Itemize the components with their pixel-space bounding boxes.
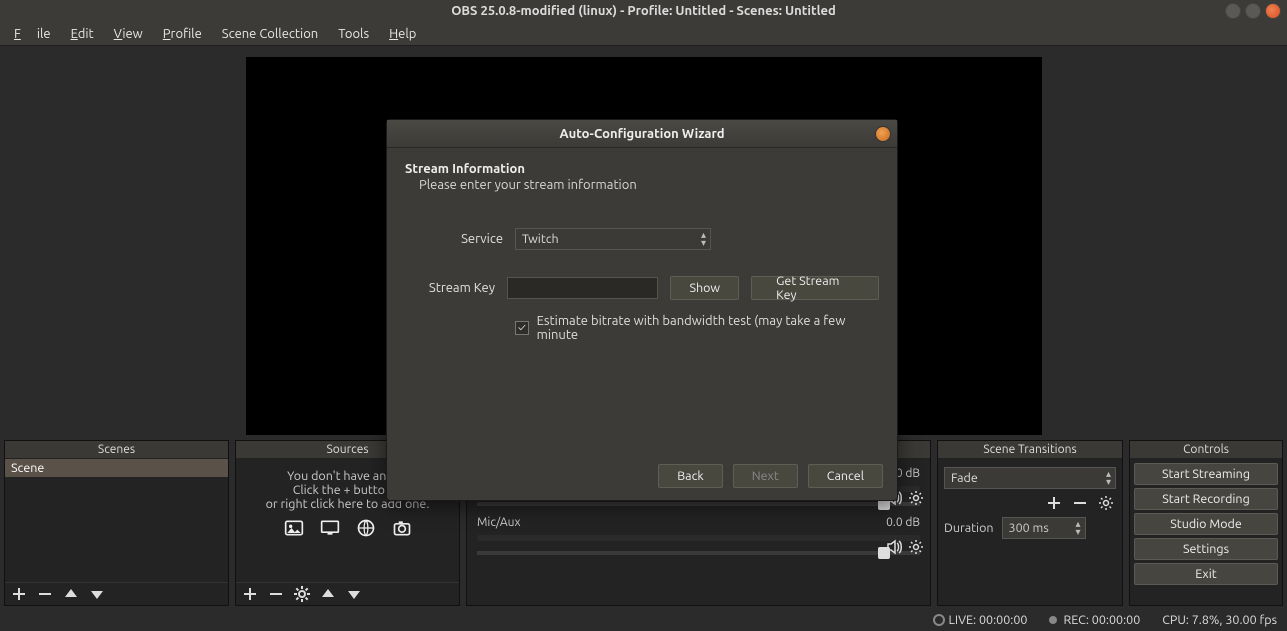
scenes-toolbar — [5, 582, 228, 605]
gear-icon[interactable] — [908, 490, 924, 509]
scenes-header: Scenes — [5, 441, 228, 459]
duration-value: 300 ms — [1009, 521, 1049, 535]
controls-dock: Controls Start Streaming Start Recording… — [1129, 440, 1283, 606]
display-source-icon — [317, 517, 343, 539]
menu-edit[interactable]: Edit — [63, 24, 102, 44]
window-title: OBS 25.0.8-modified (linux) - Profile: U… — [451, 4, 836, 18]
chevron-updown-icon: ▴▾ — [1106, 470, 1111, 486]
close-button[interactable] — [1265, 3, 1281, 19]
dialog-title: Auto-Configuration Wizard — [559, 127, 724, 141]
back-button[interactable]: Back — [658, 464, 723, 488]
duration-input[interactable]: 300 ms ▴▾ — [1002, 517, 1086, 539]
start-recording-button[interactable]: Start Recording — [1134, 488, 1278, 510]
dialog-subheading: Please enter your stream information — [419, 178, 879, 192]
controls-header: Controls — [1130, 441, 1282, 459]
browser-source-icon — [353, 517, 379, 539]
add-transition-button[interactable] — [1046, 495, 1062, 511]
add-scene-button[interactable] — [11, 586, 27, 602]
source-down-button[interactable] — [346, 586, 362, 602]
maximize-button[interactable] — [1245, 3, 1261, 19]
sources-toolbar — [236, 582, 459, 605]
channel-volume-slider[interactable] — [477, 502, 920, 506]
source-settings-button[interactable] — [294, 586, 310, 602]
chevron-updown-icon: ▴▾ — [1075, 520, 1080, 536]
transition-select[interactable]: Fade ▴▾ — [944, 467, 1116, 489]
stream-key-label: Stream Key — [423, 281, 495, 295]
menu-bar: File Edit View Profile Scene Collection … — [0, 22, 1287, 46]
channel-meter — [477, 535, 920, 541]
minimize-button[interactable] — [1225, 3, 1241, 19]
dialog-heading: Stream Information — [405, 162, 879, 176]
chevron-updown-icon: ▴▾ — [701, 231, 706, 247]
dialog-footer: Back Next Cancel — [658, 464, 883, 488]
transition-settings-button[interactable] — [1098, 495, 1114, 511]
status-cpu: CPU: 7.8%, 30.00 fps — [1162, 613, 1277, 627]
window-buttons — [1225, 3, 1281, 19]
record-dot-icon — [1049, 616, 1057, 624]
broadcast-icon — [933, 614, 945, 626]
menu-help[interactable]: Help — [381, 24, 424, 44]
transition-selected: Fade — [951, 471, 978, 485]
exit-button[interactable]: Exit — [1134, 563, 1278, 585]
camera-source-icon — [389, 517, 415, 539]
mixer-channel-mic: Mic/Aux 0.0 dB — [477, 516, 920, 555]
menu-scene-collection[interactable]: Scene Collection — [214, 24, 326, 44]
next-button[interactable]: Next — [733, 464, 798, 488]
mute-icon[interactable] — [886, 539, 902, 558]
channel-name: Mic/Aux — [477, 516, 521, 529]
auto-config-dialog: Auto-Configuration Wizard Stream Informa… — [386, 119, 898, 501]
cancel-button[interactable]: Cancel — [808, 464, 883, 488]
dialog-close-button[interactable] — [875, 126, 891, 142]
image-source-icon — [281, 517, 307, 539]
service-value: Twitch — [522, 232, 559, 246]
start-streaming-button[interactable]: Start Streaming — [1134, 463, 1278, 485]
dialog-titlebar: Auto-Configuration Wizard — [387, 120, 897, 148]
scene-down-button[interactable] — [89, 586, 105, 602]
status-rec: REC: 00:00:00 — [1049, 613, 1140, 627]
service-label: Service — [423, 232, 503, 246]
add-source-button[interactable] — [242, 586, 258, 602]
menu-view[interactable]: View — [106, 24, 151, 44]
duration-label: Duration — [944, 521, 994, 535]
get-stream-key-button[interactable]: Get Stream Key — [751, 276, 879, 300]
menu-profile[interactable]: Profile — [155, 24, 210, 44]
menu-file[interactable]: File — [6, 24, 59, 44]
transitions-dock: Scene Transitions Fade ▴▾ Duration 300 m… — [937, 440, 1123, 606]
scenes-dock: Scenes Scene — [4, 440, 229, 606]
remove-source-button[interactable] — [268, 586, 284, 602]
estimate-checkbox[interactable]: ✓ — [515, 321, 529, 335]
service-select[interactable]: Twitch ▴▾ — [515, 228, 711, 250]
channel-db: 0.0 dB — [886, 516, 920, 529]
status-bar: LIVE: 00:00:00 REC: 00:00:00 CPU: 7.8%, … — [0, 609, 1287, 631]
channel-volume-slider[interactable] — [477, 551, 920, 555]
remove-scene-button[interactable] — [37, 586, 53, 602]
settings-button[interactable]: Settings — [1134, 538, 1278, 560]
window-titlebar: OBS 25.0.8-modified (linux) - Profile: U… — [0, 0, 1287, 22]
sources-type-icons — [240, 517, 455, 539]
gear-icon[interactable] — [908, 539, 924, 558]
stream-key-input[interactable] — [507, 277, 658, 299]
source-up-button[interactable] — [320, 586, 336, 602]
estimate-label: Estimate bitrate with bandwidth test (ma… — [537, 314, 879, 342]
remove-transition-button[interactable] — [1072, 495, 1088, 511]
show-button[interactable]: Show — [670, 276, 739, 300]
scene-up-button[interactable] — [63, 586, 79, 602]
scene-item[interactable]: Scene — [5, 459, 228, 477]
transitions-header: Scene Transitions — [938, 441, 1122, 459]
menu-tools[interactable]: Tools — [330, 24, 377, 44]
status-live: LIVE: 00:00:00 — [933, 613, 1028, 627]
studio-mode-button[interactable]: Studio Mode — [1134, 513, 1278, 535]
